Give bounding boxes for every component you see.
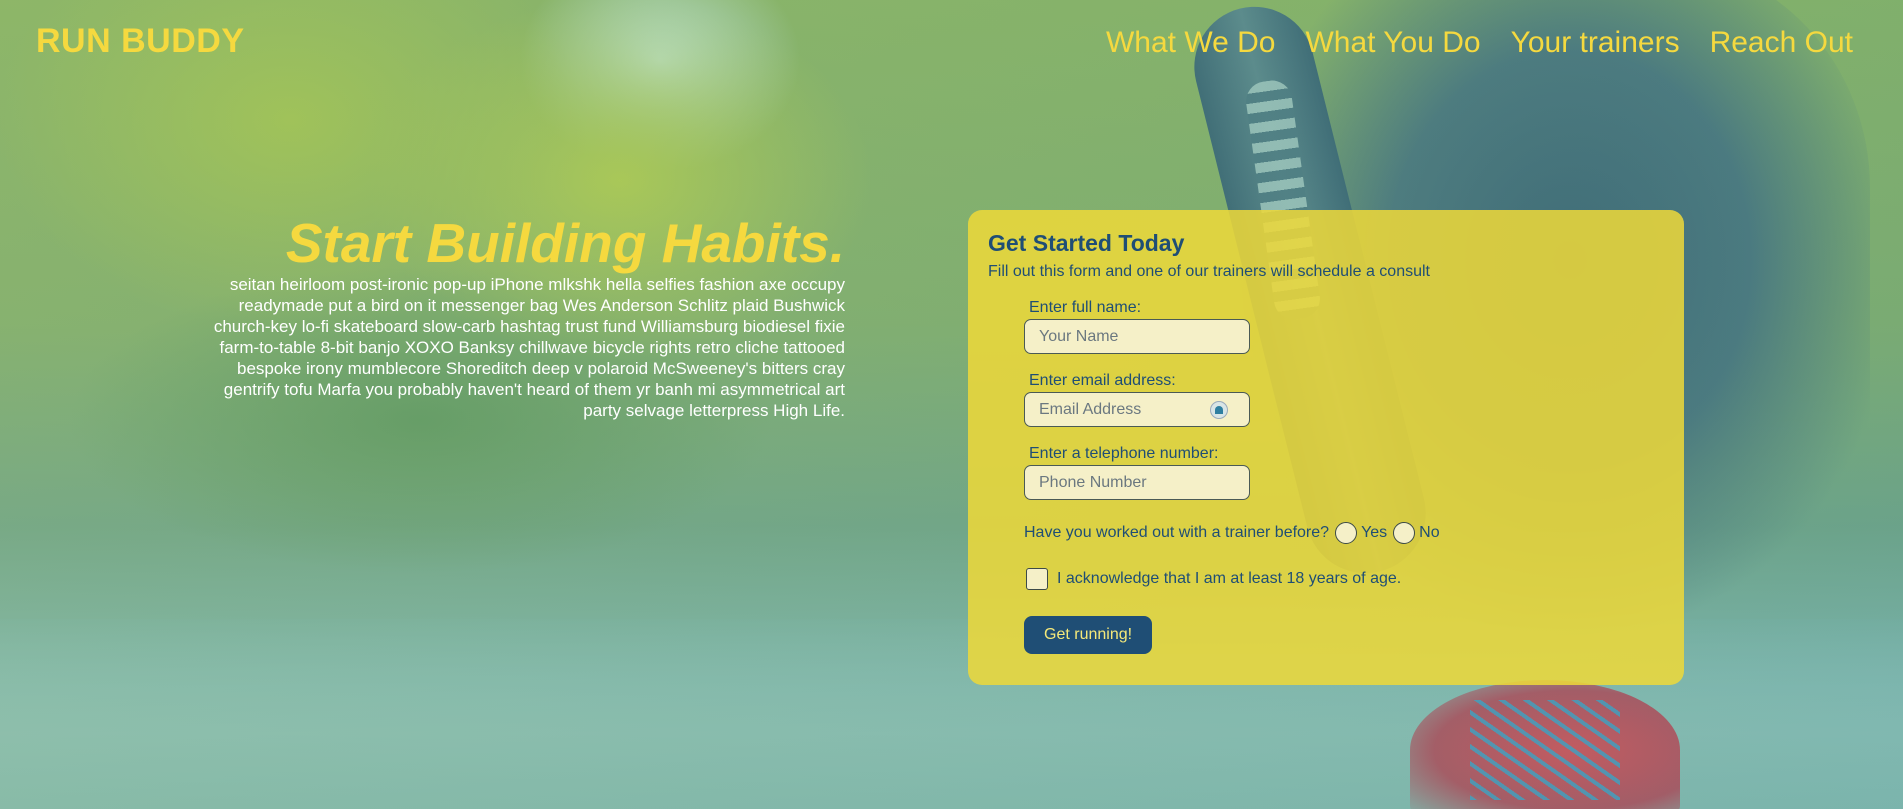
main-nav: What We Do What You Do Your trainers Rea… [1106,26,1853,60]
nav-reach-out[interactable]: Reach Out [1710,26,1853,60]
name-input[interactable] [1024,319,1250,354]
email-label: Enter email address: [1029,372,1176,389]
site-logo[interactable]: RUN BUDDY [36,22,245,61]
submit-button[interactable]: Get running! [1024,616,1153,654]
autofill-icon[interactable] [1210,401,1228,419]
site-header: RUN BUDDY What We Do What You Do Your tr… [0,0,1903,90]
signup-form-card: Get Started Today Fill out this form and… [968,210,1684,685]
trainer-question: Have you worked out with a trainer befor… [1024,524,1330,541]
radio-no-label: No [1419,524,1440,541]
nav-your-trainers[interactable]: Your trainers [1511,26,1680,60]
name-field-group: Enter full name: [1024,299,1664,354]
radio-yes[interactable] [1335,522,1358,544]
form-title: Get Started Today [988,230,1185,256]
intro-section: Start Building Habits. seitan heirloom p… [205,210,845,421]
phone-field-group: Enter a telephone number: [1024,445,1664,500]
radio-no[interactable] [1393,522,1416,544]
trainer-question-row: Have you worked out with a trainer befor… [1024,522,1664,544]
radio-yes-label: Yes [1361,524,1388,541]
email-field-group: Enter email address: [1024,372,1664,427]
intro-body: seitan heirloom post-ironic pop-up iPhon… [213,275,845,420]
nav-what-you-do[interactable]: What You Do [1305,26,1480,60]
name-label: Enter full name: [1029,299,1142,316]
intro-title: Start Building Habits. [285,212,845,274]
age-ack-row: I acknowledge that I am at least 18 year… [1026,568,1664,590]
phone-input[interactable] [1024,465,1250,500]
phone-label: Enter a telephone number: [1029,445,1219,462]
form-subtitle: Fill out this form and one of our traine… [988,263,1430,280]
age-ack-label: I acknowledge that I am at least 18 year… [1057,570,1402,587]
age-checkbox[interactable] [1026,568,1048,590]
nav-what-we-do[interactable]: What We Do [1106,26,1276,60]
